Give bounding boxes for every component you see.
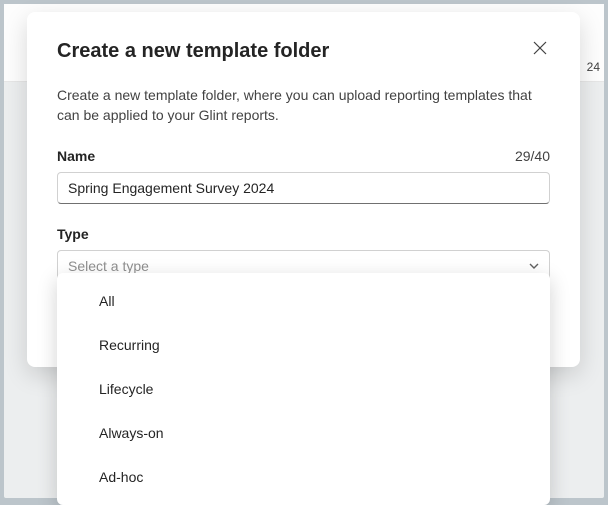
type-field-label: Type bbox=[57, 226, 89, 242]
name-label-row: Name 29/40 bbox=[57, 148, 550, 164]
close-button[interactable] bbox=[530, 38, 550, 58]
modal-header: Create a new template folder bbox=[57, 40, 550, 63]
name-field-label: Name bbox=[57, 148, 95, 164]
backdrop-peek-text: 24 bbox=[587, 60, 600, 74]
modal-description: Create a new template folder, where you … bbox=[57, 85, 550, 126]
close-icon bbox=[533, 41, 547, 55]
dropdown-option-lifecycle[interactable]: Lifecycle bbox=[57, 367, 550, 411]
dropdown-option-ad-hoc[interactable]: Ad-hoc bbox=[57, 455, 550, 499]
dropdown-option-recurring[interactable]: Recurring bbox=[57, 323, 550, 367]
type-label-row: Type bbox=[57, 226, 550, 242]
dropdown-option-all[interactable]: All bbox=[57, 279, 550, 323]
type-select-placeholder: Select a type bbox=[68, 258, 149, 274]
type-dropdown-listbox: All Recurring Lifecycle Always-on Ad-hoc bbox=[57, 273, 550, 505]
name-char-count: 29/40 bbox=[515, 148, 550, 164]
dropdown-option-always-on[interactable]: Always-on bbox=[57, 411, 550, 455]
name-field-block: Name 29/40 bbox=[57, 148, 550, 204]
modal-title: Create a new template folder bbox=[57, 40, 329, 63]
name-input[interactable] bbox=[57, 172, 550, 204]
